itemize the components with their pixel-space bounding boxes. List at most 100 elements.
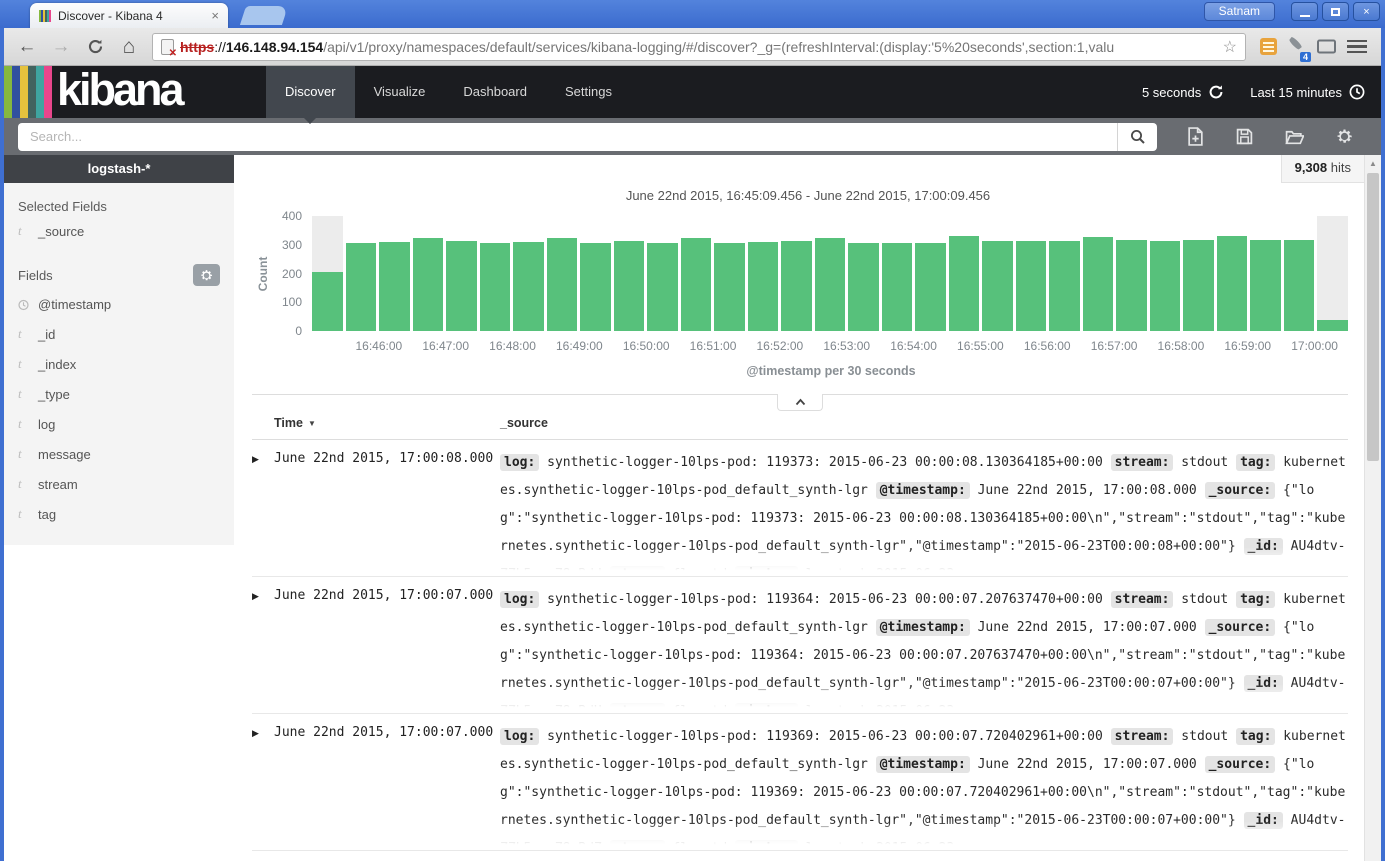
source-column-header: _source	[500, 416, 548, 430]
field-item-log[interactable]: tlog	[4, 409, 234, 439]
nav-tab-visualize[interactable]: Visualize	[355, 66, 445, 118]
orange-extension-icon[interactable]	[1260, 38, 1277, 55]
histogram-bar[interactable]	[681, 216, 712, 331]
histogram-bar[interactable]	[1116, 216, 1147, 331]
histogram-bar[interactable]	[1016, 216, 1047, 331]
histogram-bar[interactable]	[915, 216, 946, 331]
histogram-bar[interactable]	[882, 216, 913, 331]
histogram-bar[interactable]	[949, 216, 980, 331]
home-button[interactable]: ⌂	[114, 32, 144, 62]
forward-button[interactable]: →	[46, 32, 76, 62]
histogram-bar[interactable]	[379, 216, 410, 331]
open-search-button[interactable]	[1285, 129, 1304, 145]
histogram-bar[interactable]	[580, 216, 611, 331]
histogram-bar[interactable]	[1049, 216, 1080, 331]
expand-row-caret-icon[interactable]: ▶	[252, 586, 274, 713]
histogram-bar[interactable]	[1150, 216, 1181, 331]
kibana-navbar: kibana DiscoverVisualizeDashboardSetting…	[4, 66, 1381, 118]
histogram-bar[interactable]	[614, 216, 645, 331]
time-column-header[interactable]: Time ▼	[274, 416, 500, 430]
voice-extension-icon[interactable]: 4	[1288, 35, 1306, 58]
histogram-bar[interactable]	[1284, 216, 1315, 331]
field-badge-_source: _source:	[1205, 619, 1276, 636]
histogram-bar[interactable]	[815, 216, 846, 331]
browser-toolbar: ← → ⌂ https://146.148.94.154/api/v1/prox…	[4, 28, 1381, 66]
insecure-cert-icon[interactable]	[161, 39, 174, 55]
search-input[interactable]	[18, 123, 1117, 151]
table-row[interactable]: ▶June 22nd 2015, 17:00:07.000log: synthe…	[252, 577, 1348, 714]
histogram-bar[interactable]	[446, 216, 477, 331]
histogram-bar[interactable]	[714, 216, 745, 331]
histogram-bar[interactable]	[982, 216, 1013, 331]
refresh-interval-button[interactable]: 5 seconds	[1142, 84, 1224, 100]
cast-icon[interactable]	[1317, 39, 1336, 55]
bookmark-star-icon[interactable]: ☆	[1223, 37, 1237, 57]
expand-row-caret-icon[interactable]: ▶	[252, 723, 274, 850]
sort-desc-icon: ▼	[308, 419, 316, 428]
search-button[interactable]	[1117, 123, 1157, 151]
histogram-bar[interactable]	[748, 216, 779, 331]
histogram-bar[interactable]	[547, 216, 578, 331]
field-item-message[interactable]: tmessage	[4, 439, 234, 469]
menu-icon[interactable]	[1347, 40, 1367, 54]
extensions-area: 4	[1254, 35, 1373, 58]
x-tick-label: 16:48:00	[489, 339, 536, 353]
kibana-logo[interactable]: kibana	[4, 66, 234, 118]
minimize-button[interactable]	[1291, 2, 1318, 21]
histogram-bar[interactable]	[346, 216, 377, 331]
active-tab-caret-icon	[303, 117, 317, 124]
text-field-type-icon: t	[18, 356, 29, 372]
field-settings-button[interactable]	[193, 264, 220, 286]
histogram-bar[interactable]	[781, 216, 812, 331]
tab-close-icon[interactable]: ×	[211, 8, 219, 23]
expand-row-caret-icon[interactable]: ▶	[252, 449, 274, 576]
collapse-chart-button[interactable]	[777, 394, 823, 411]
selected-fields-heading: Selected Fields	[18, 199, 220, 214]
back-button[interactable]: ←	[12, 32, 42, 62]
reload-button[interactable]	[80, 32, 110, 62]
histogram-bar[interactable]	[647, 216, 678, 331]
histogram-bar[interactable]	[1083, 216, 1114, 331]
time-range-button[interactable]: Last 15 minutes	[1250, 84, 1365, 100]
field-item-_id[interactable]: t_id	[4, 319, 234, 349]
settings-gear-button[interactable]	[1336, 128, 1353, 145]
field-item-timestamp[interactable]: @timestamp	[4, 290, 234, 319]
histogram-bar[interactable]	[848, 216, 879, 331]
hits-count: 9,308 hits	[1281, 155, 1364, 183]
fields-list: @timestampt_idt_indext_typetlogtmessaget…	[4, 290, 234, 529]
histogram-bar[interactable]	[1183, 216, 1214, 331]
page-scrollbar[interactable]: ▲	[1364, 155, 1381, 861]
close-button[interactable]: ×	[1353, 2, 1380, 21]
histogram-bar[interactable]	[1250, 216, 1281, 331]
browser-frame: ← → ⌂ https://146.148.94.154/api/v1/prox…	[4, 28, 1381, 861]
nav-tab-settings[interactable]: Settings	[546, 66, 631, 118]
save-search-button[interactable]	[1236, 128, 1253, 145]
browser-tab[interactable]: Discover - Kibana 4 ×	[30, 3, 228, 28]
histogram-bar[interactable]	[513, 216, 544, 331]
url-bar[interactable]: https://146.148.94.154/api/v1/proxy/name…	[152, 33, 1246, 61]
table-row[interactable]: ▶June 22nd 2015, 17:00:07.000log: synthe…	[252, 714, 1348, 851]
field-item-_source[interactable]: t_source	[4, 216, 234, 246]
row-time: June 22nd 2015, 17:00:07.000	[274, 586, 500, 713]
field-item-_index[interactable]: t_index	[4, 349, 234, 379]
table-row[interactable]: ▶June 22nd 2015, 17:00:08.000log: synthe…	[252, 440, 1348, 577]
histogram-bar[interactable]	[312, 216, 343, 331]
field-item-tag[interactable]: ttag	[4, 499, 234, 529]
maximize-button[interactable]	[1322, 2, 1349, 21]
scrollbar-thumb[interactable]	[1367, 173, 1379, 461]
new-search-button[interactable]	[1187, 127, 1204, 146]
index-pattern-selector[interactable]: logstash-*	[4, 155, 234, 183]
scroll-up-arrow-icon[interactable]: ▲	[1365, 155, 1381, 171]
new-tab-button[interactable]	[240, 6, 288, 25]
histogram-bar[interactable]	[1317, 216, 1348, 331]
field-item-stream[interactable]: tstream	[4, 469, 234, 499]
y-tick-label: 400	[282, 209, 302, 223]
nav-tab-dashboard[interactable]: Dashboard	[444, 66, 546, 118]
nav-tab-discover[interactable]: Discover	[266, 66, 355, 118]
histogram-bar[interactable]	[413, 216, 444, 331]
field-item-_type[interactable]: t_type	[4, 379, 234, 409]
histogram-bar[interactable]	[1217, 216, 1248, 331]
histogram-bar[interactable]	[480, 216, 511, 331]
profile-button[interactable]: Satnam	[1204, 2, 1275, 21]
main-panel: 9,308 hits June 22nd 2015, 16:45:09.456 …	[234, 155, 1364, 861]
